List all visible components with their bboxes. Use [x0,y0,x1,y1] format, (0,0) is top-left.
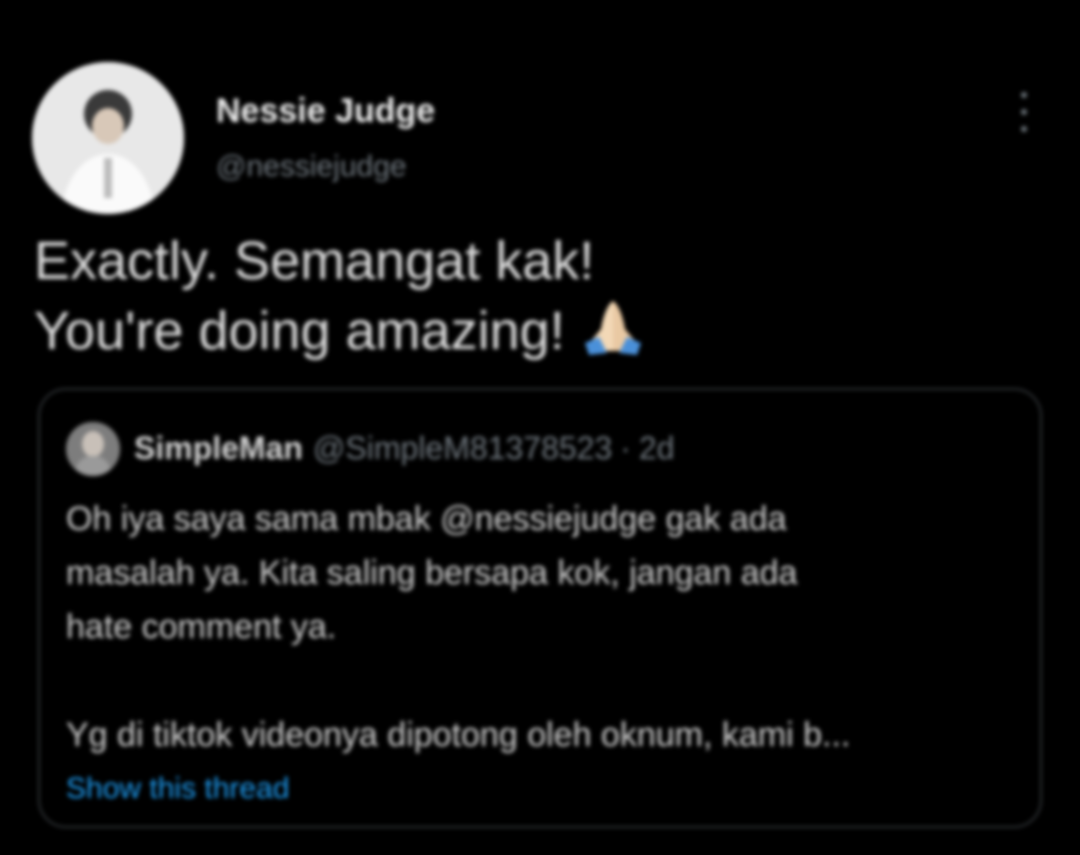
quoted-tweet-header: SimpleMan @SimpleM81378523 · 2d [134,430,675,467]
tweet-text-line: You're doing amazing! [34,301,565,361]
profile-photo-icon [32,62,184,214]
author-avatar[interactable] [32,62,184,214]
dot [1021,92,1027,98]
quoted-body-line: Oh iya saya sama mbak @nessiejudge gak a… [66,500,787,538]
show-thread-link[interactable]: Show this thread [66,772,289,806]
tweet-text-line-with-emoji: You're doing amazing! [34,296,1034,366]
author-handle[interactable]: @nessiejudge [216,150,407,184]
quoted-body-line [66,654,1016,708]
author-display-name[interactable]: Nessie Judge [216,92,435,131]
quoted-body-line: hate comment ya. [66,608,337,646]
quoted-tweet-body: Oh iya saya sama mbak @nessiejudge gak a… [66,492,1016,762]
quoted-author-avatar[interactable] [66,422,120,476]
folded-hands-emoji-icon [584,301,641,355]
quoted-body-line: Yg di tiktok videonya dipotong oleh oknu… [66,716,851,754]
dot [1021,109,1027,115]
quoted-timestamp[interactable]: 2d [639,430,675,466]
profile-photo-icon [66,422,120,476]
more-options-icon[interactable] [1012,92,1036,132]
quoted-body-line: masalah ya. Kita saling bersapa kok, jan… [66,554,798,592]
quoted-author-name[interactable]: SimpleMan [134,430,303,466]
quoted-author-handle[interactable]: @SimpleM81378523 [313,430,612,466]
dot [1021,126,1027,132]
tweet-text-line: Exactly. Semangat kak! [34,231,595,291]
tweet: Nessie Judge @nessiejudge Exactly. Seman… [0,0,1080,855]
quoted-separator: · [620,430,631,466]
tweet-text: Exactly. Semangat kak! You're doing amaz… [34,226,1034,366]
